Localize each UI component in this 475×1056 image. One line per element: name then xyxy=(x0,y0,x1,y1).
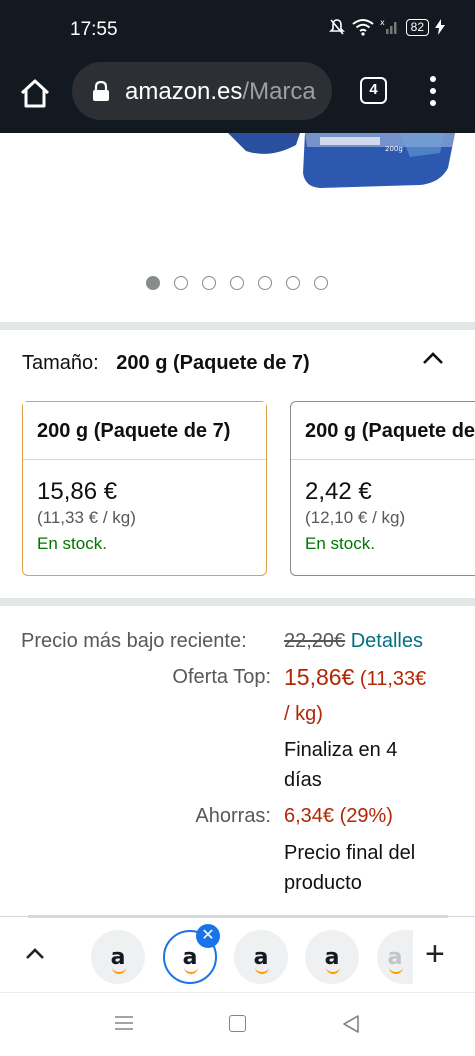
status-time: 17:55 xyxy=(70,19,118,40)
carousel-dot[interactable] xyxy=(258,276,272,290)
carousel-dot[interactable] xyxy=(146,276,160,290)
mute-bell-icon xyxy=(328,19,345,35)
amazon-favicon-icon: a xyxy=(253,944,269,974)
tab-thumbnail[interactable]: a xyxy=(91,930,145,984)
amazon-favicon-icon: a xyxy=(110,944,126,974)
size-selected-value: 200 g (Paquete de 7) xyxy=(116,352,310,374)
status-bar: 17:55 x 82 xyxy=(0,0,475,60)
savings-value: 6,34€ (29%) xyxy=(284,805,393,827)
chevron-up-icon[interactable] xyxy=(25,946,45,960)
size-option-card-selected[interactable]: 200 g (Paquete de 7) 15,86 € (11,33 € / … xyxy=(22,401,267,576)
lock-icon xyxy=(93,81,109,101)
size-option-stock: En stock. xyxy=(37,534,107,553)
url-domain: amazon.es xyxy=(125,78,243,105)
size-option-stock: En stock. xyxy=(305,534,375,553)
section-divider xyxy=(0,598,475,606)
charging-bolt-icon xyxy=(435,19,445,35)
carousel-dot[interactable] xyxy=(202,276,216,290)
carousel-dot[interactable] xyxy=(174,276,188,290)
section-divider xyxy=(0,322,475,330)
final-price-note: Precio final del xyxy=(284,842,416,864)
offer-ends-text: Finaliza en 4 xyxy=(284,739,398,761)
carousel-dot[interactable] xyxy=(286,276,300,290)
system-home-icon[interactable] xyxy=(229,1015,246,1032)
close-tab-icon[interactable]: ✕ xyxy=(196,924,220,948)
wifi-icon xyxy=(352,19,374,36)
top-offer-price: 15,86€ xyxy=(284,664,355,690)
offer-ends-text-cont: días xyxy=(284,769,322,791)
size-option-unit-price: (12,10 € / kg) xyxy=(305,508,406,527)
svg-text:x: x xyxy=(380,18,385,27)
recent-low-price-row: 22,20€ Detalles xyxy=(284,630,423,653)
signal-icon: x xyxy=(380,18,397,34)
url-text: amazon.es/Marca xyxy=(125,78,316,106)
amazon-favicon-icon: a xyxy=(387,944,403,974)
size-option-price: 15,86 € xyxy=(37,478,118,505)
recent-low-price-label: Precio más bajo reciente: xyxy=(21,630,247,652)
system-back-icon[interactable] xyxy=(342,1014,360,1034)
url-bar[interactable]: amazon.es/Marca xyxy=(72,62,332,120)
top-offer-row: 15,86€ (11,33€ xyxy=(284,664,426,691)
top-offer-label: Oferta Top: xyxy=(172,666,271,688)
chevron-up-icon[interactable] xyxy=(421,348,445,368)
size-option-title: 200 g (Paquete de 1) xyxy=(291,402,475,460)
tab-switcher-button[interactable]: 4 xyxy=(360,77,387,104)
size-option-title: 200 g (Paquete de 7) xyxy=(23,402,266,460)
new-tab-plus-icon[interactable]: + xyxy=(425,937,445,971)
product-image[interactable]: 200g xyxy=(0,133,475,323)
tab-thumbnail[interactable]: a xyxy=(305,930,359,984)
recent-low-price: 22,20€ xyxy=(284,630,346,652)
home-icon[interactable] xyxy=(18,77,52,111)
size-selector-header[interactable]: Tamaño: 200 g (Paquete de 7) xyxy=(22,352,310,375)
top-offer-unit-price-cont: / kg) xyxy=(284,703,323,725)
tab-thumbnail[interactable]: a xyxy=(234,930,288,984)
image-carousel-dots xyxy=(146,276,328,290)
savings-label: Ahorras: xyxy=(195,805,271,827)
system-nav-bar xyxy=(0,992,475,1056)
status-icons: x 82 xyxy=(328,18,445,36)
browser-toolbar: amazon.es/Marca 4 xyxy=(0,60,475,133)
carousel-dot[interactable] xyxy=(314,276,328,290)
overflow-menu-icon[interactable] xyxy=(426,76,440,108)
svg-text:200g: 200g xyxy=(385,145,403,153)
final-price-note-cont: producto xyxy=(284,872,362,894)
size-option-unit-price: (11,33 € / kg) xyxy=(37,508,136,527)
amazon-favicon-icon: a xyxy=(324,944,340,974)
battery-indicator: 82 xyxy=(405,18,429,36)
size-option-card[interactable]: 200 g (Paquete de 1) 2,42 € (12,10 € / k… xyxy=(290,401,475,576)
size-label: Tamaño: xyxy=(22,352,99,374)
details-link[interactable]: Detalles xyxy=(351,630,423,652)
top-offer-unit-price: (11,33€ xyxy=(359,668,427,690)
recents-menu-icon[interactable] xyxy=(115,1015,133,1031)
carousel-dot[interactable] xyxy=(230,276,244,290)
size-option-price: 2,42 € xyxy=(305,478,372,505)
url-path: /Marca xyxy=(242,78,316,105)
product-packages-image: 200g xyxy=(228,133,455,188)
tab-strip-handle xyxy=(28,915,448,918)
amazon-favicon-icon: a xyxy=(182,944,198,974)
